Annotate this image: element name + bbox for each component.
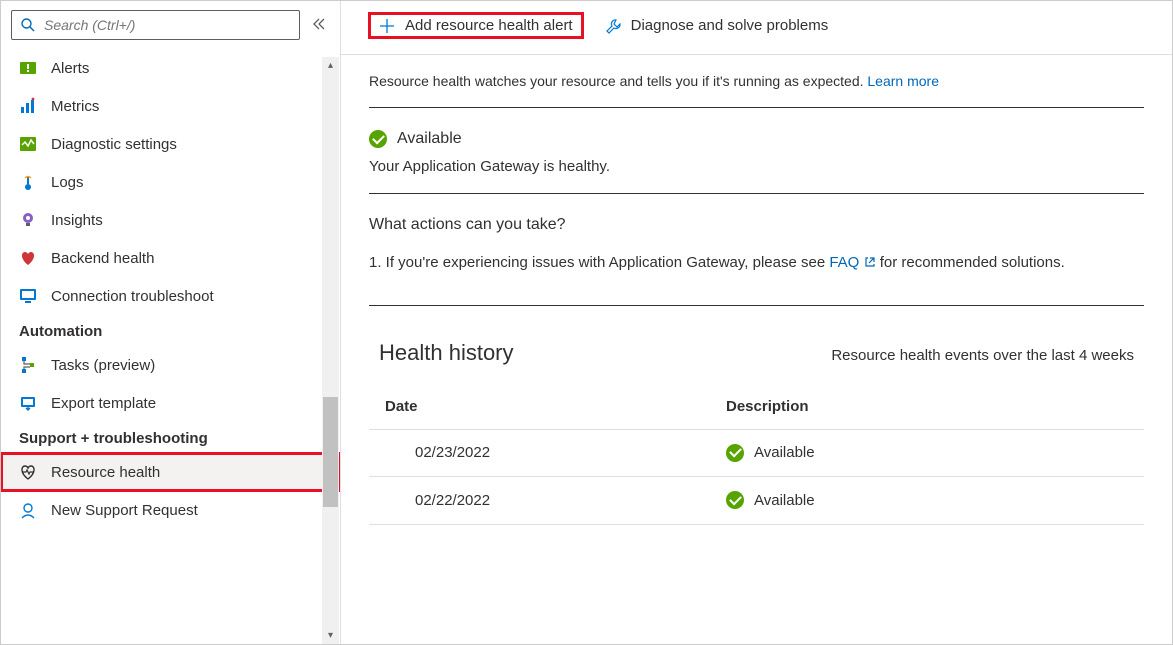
heart-icon: [19, 249, 37, 267]
history-table: Date Description 02/23/2022 Available 02…: [369, 388, 1144, 525]
sidebar-item-label: Backend health: [51, 250, 154, 267]
history-header: Health history Resource health events ov…: [369, 306, 1144, 388]
sidebar-item-label: Alerts: [51, 60, 89, 77]
cell-status: Available: [754, 444, 815, 461]
col-header-date: Date: [369, 388, 710, 430]
action-item-suffix: for recommended solutions.: [876, 254, 1065, 271]
sidebar-scrollbar[interactable]: ▴ ▾: [322, 57, 339, 644]
table-row[interactable]: 02/22/2022 Available: [369, 477, 1144, 525]
cell-status: Available: [754, 492, 815, 509]
status-state: Available: [397, 130, 462, 148]
button-label: Diagnose and solve problems: [631, 17, 829, 34]
support-icon: [19, 501, 37, 519]
sidebar: Alerts Metrics Diagnostic settings Logs …: [1, 1, 341, 644]
insights-icon: [19, 211, 37, 229]
actions-block: What actions can you take? 1. If you're …: [369, 194, 1144, 306]
chevron-double-left-icon: [312, 17, 326, 31]
search-row: [1, 1, 340, 49]
faq-link[interactable]: FAQ: [829, 254, 875, 271]
button-label: Add resource health alert: [405, 17, 573, 34]
search-icon: [20, 17, 36, 33]
external-link-icon: [864, 256, 876, 268]
diagnostic-icon: [19, 135, 37, 153]
status-message: Your Application Gateway is healthy.: [369, 158, 1144, 175]
monitor-icon: [19, 287, 37, 305]
cell-date: 02/23/2022: [385, 444, 490, 461]
col-header-description: Description: [710, 388, 1144, 430]
intro-text: Resource health watches your resource an…: [369, 73, 867, 89]
plus-icon: [379, 18, 395, 34]
resource-health-icon: [19, 463, 37, 481]
sidebar-item-metrics[interactable]: Metrics: [1, 87, 340, 125]
logs-icon: [19, 173, 37, 191]
collapse-sidebar-button[interactable]: [308, 13, 330, 38]
sidebar-item-label: Tasks (preview): [51, 357, 155, 374]
search-input[interactable]: [44, 17, 291, 33]
sidebar-item-label: Logs: [51, 174, 84, 191]
sidebar-item-export-template[interactable]: Export template: [1, 384, 340, 422]
sidebar-item-label: Export template: [51, 395, 156, 412]
sidebar-scroll: Alerts Metrics Diagnostic settings Logs …: [1, 49, 340, 644]
actions-title: What actions can you take?: [369, 216, 1144, 234]
sidebar-item-connection-troubleshoot[interactable]: Connection troubleshoot: [1, 277, 340, 315]
nav-group-automation: Automation: [1, 315, 340, 346]
table-row[interactable]: 02/23/2022 Available: [369, 429, 1144, 477]
check-circle-icon: [369, 130, 387, 148]
add-resource-health-alert-button[interactable]: Add resource health alert: [369, 13, 583, 38]
toolbar: Add resource health alert Diagnose and s…: [341, 1, 1172, 55]
sidebar-item-label: New Support Request: [51, 502, 198, 519]
scrollbar-arrow-down-icon[interactable]: ▾: [322, 627, 339, 644]
tasks-icon: [19, 356, 37, 374]
cell-date: 02/22/2022: [385, 492, 490, 509]
action-item-prefix: 1. If you're experiencing issues with Ap…: [369, 254, 829, 271]
content-area: Resource health watches your resource an…: [341, 55, 1172, 537]
sidebar-item-new-support-request[interactable]: New Support Request: [1, 491, 340, 529]
diagnose-and-solve-button[interactable]: Diagnose and solve problems: [597, 13, 837, 38]
sidebar-item-resource-health[interactable]: Resource health: [1, 453, 340, 491]
sidebar-item-label: Connection troubleshoot: [51, 288, 214, 305]
check-circle-icon: [726, 444, 744, 462]
status-line: Available: [369, 130, 1144, 148]
main-content: Add resource health alert Diagnose and s…: [341, 1, 1172, 644]
actions-list: 1. If you're experiencing issues with Ap…: [369, 252, 1144, 275]
sidebar-item-label: Resource health: [51, 464, 160, 481]
search-box[interactable]: [11, 10, 300, 40]
scrollbar-arrow-up-icon[interactable]: ▴: [322, 57, 339, 74]
sidebar-item-backend-health[interactable]: Backend health: [1, 239, 340, 277]
check-circle-icon: [726, 491, 744, 509]
sidebar-item-label: Metrics: [51, 98, 99, 115]
sidebar-item-alerts[interactable]: Alerts: [1, 49, 340, 87]
history-subtitle: Resource health events over the last 4 w…: [831, 347, 1134, 364]
sidebar-item-logs[interactable]: Logs: [1, 163, 340, 201]
learn-more-link[interactable]: Learn more: [867, 73, 939, 89]
sidebar-item-diagnostic-settings[interactable]: Diagnostic settings: [1, 125, 340, 163]
sidebar-item-label: Insights: [51, 212, 103, 229]
scrollbar-thumb[interactable]: [323, 397, 338, 507]
history-title: Health history: [379, 340, 514, 366]
metrics-icon: [19, 97, 37, 115]
nav-group-support: Support + troubleshooting: [1, 422, 340, 453]
alerts-icon: [19, 59, 37, 77]
sidebar-item-insights[interactable]: Insights: [1, 201, 340, 239]
export-icon: [19, 394, 37, 412]
intro-block: Resource health watches your resource an…: [369, 73, 1144, 108]
sidebar-item-tasks[interactable]: Tasks (preview): [1, 346, 340, 384]
wrench-icon: [605, 18, 621, 34]
sidebar-item-label: Diagnostic settings: [51, 136, 177, 153]
status-block: Available Your Application Gateway is he…: [369, 108, 1144, 194]
